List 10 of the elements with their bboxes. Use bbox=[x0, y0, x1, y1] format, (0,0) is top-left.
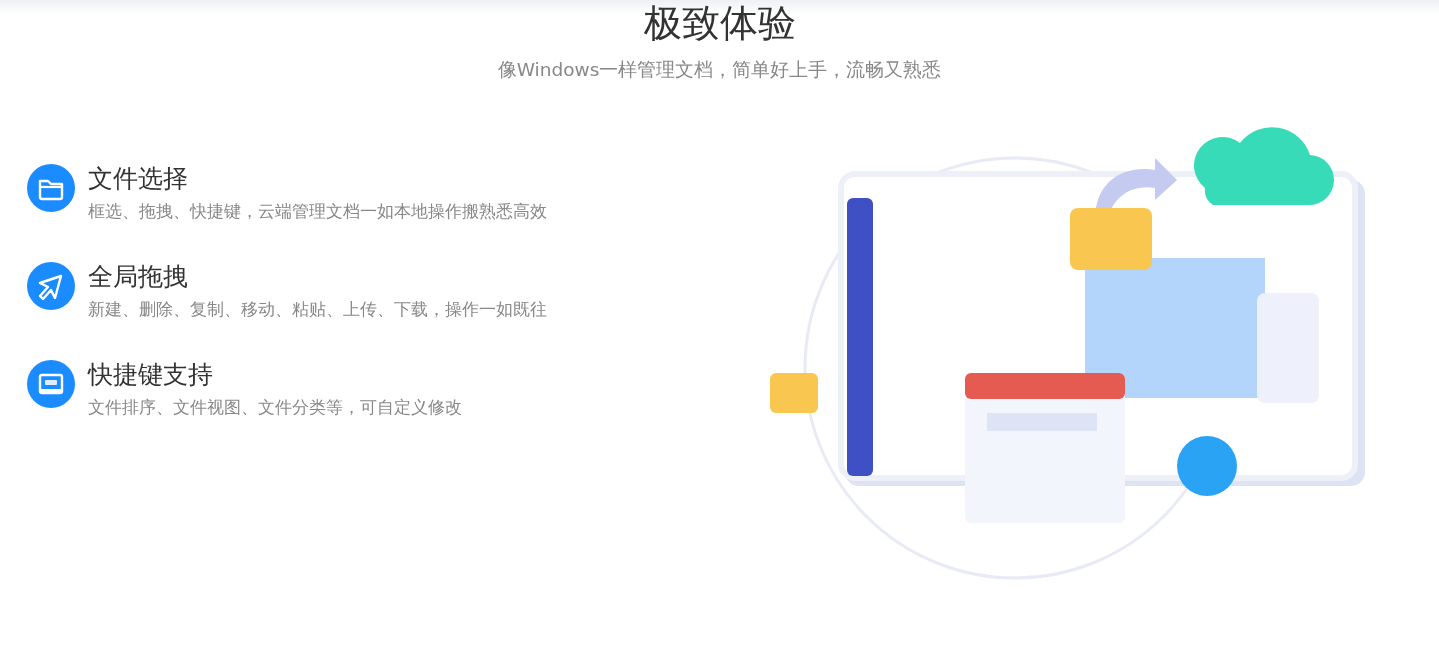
feature-title: 全局拖拽 bbox=[88, 261, 189, 293]
page-title: 极致体验 bbox=[642, 0, 797, 46]
feature-description: 文件排序、文件视图、文件分类等，可自定义修改 bbox=[88, 397, 462, 419]
feature-description: 框选、拖拽、快捷键，云端管理文档一如本地操作搬熟悉高效 bbox=[88, 201, 547, 223]
folder-icon bbox=[27, 164, 75, 212]
page-subtitle: 像Windows一样管理文档，简单好上手，流畅又熟悉 bbox=[496, 58, 943, 82]
ctrl-key-icon bbox=[27, 360, 75, 408]
feature-title: 文件选择 bbox=[88, 163, 189, 195]
feature-title: 快捷键支持 bbox=[88, 359, 214, 391]
feature-description: 新建、删除、复制、移动、粘贴、上传、下载，操作一如既往 bbox=[88, 299, 547, 321]
